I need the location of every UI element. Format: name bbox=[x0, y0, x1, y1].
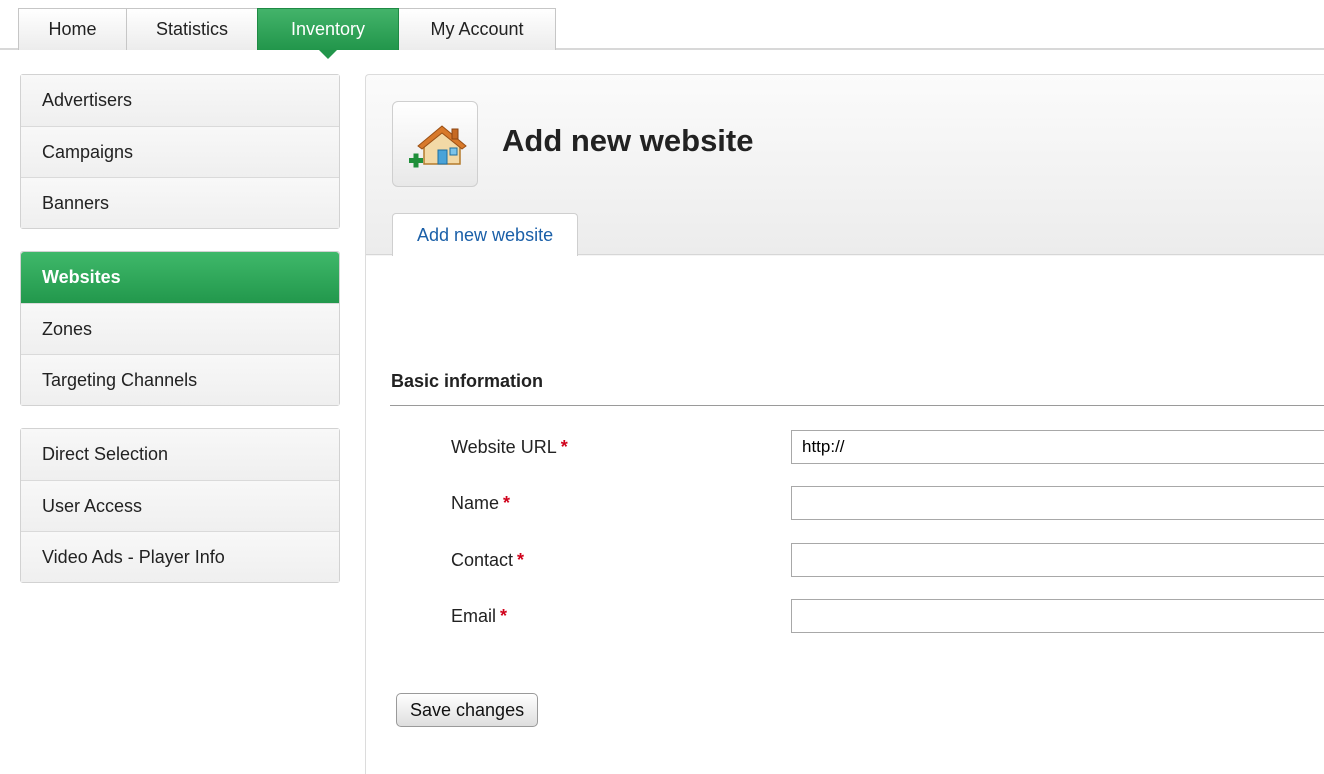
top-navigation: Home Statistics Inventory My Account bbox=[0, 0, 1324, 59]
required-mark: * bbox=[503, 493, 511, 513]
website-url-input[interactable] bbox=[791, 430, 1324, 464]
add-website-house-icon bbox=[409, 125, 467, 168]
sidebar-group-tools: Direct Selection User Access Video Ads -… bbox=[20, 428, 340, 583]
sidebar-item-banners[interactable]: Banners bbox=[21, 177, 339, 228]
label-website-url: Website URL * bbox=[451, 437, 568, 457]
tab-add-new-website[interactable]: Add new website bbox=[392, 213, 579, 256]
sidebar-item-direct-selection[interactable]: Direct Selection bbox=[21, 429, 339, 480]
sidebar-item-targeting-channels[interactable]: Targeting Channels bbox=[21, 354, 339, 405]
form-row-email: Email * bbox=[366, 599, 1324, 639]
sidebar-item-zones[interactable]: Zones bbox=[21, 303, 339, 354]
page-icon-frame bbox=[392, 101, 478, 187]
section-divider bbox=[390, 405, 1324, 406]
tab-my-account[interactable]: My Account bbox=[398, 8, 556, 50]
form-row-name: Name * bbox=[366, 486, 1324, 526]
form-row-contact: Contact * bbox=[366, 543, 1324, 583]
name-input[interactable] bbox=[791, 486, 1324, 520]
sidebar-item-campaigns[interactable]: Campaigns bbox=[21, 126, 339, 177]
label-contact: Contact * bbox=[451, 550, 525, 570]
main-panel: Add new website Add new website Basic in… bbox=[365, 74, 1324, 774]
section-title-basic-information: Basic information bbox=[391, 371, 544, 391]
tab-statistics[interactable]: Statistics bbox=[126, 8, 258, 50]
contact-input[interactable] bbox=[791, 543, 1324, 577]
page-title: Add new website bbox=[502, 123, 754, 158]
sidebar-item-websites[interactable]: Websites bbox=[21, 252, 339, 303]
sidebar-item-advertisers[interactable]: Advertisers bbox=[21, 75, 339, 126]
label-email: Email * bbox=[451, 606, 508, 626]
sidebar-group-campaigns: Advertisers Campaigns Banners bbox=[20, 74, 340, 229]
required-mark: * bbox=[517, 550, 525, 570]
tab-home[interactable]: Home bbox=[18, 8, 127, 50]
label-name: Name * bbox=[451, 493, 511, 513]
email-input[interactable] bbox=[791, 599, 1324, 633]
save-changes-button[interactable]: Save changes bbox=[396, 693, 539, 727]
form-row-website-url: Website URL * bbox=[366, 430, 1324, 470]
required-mark: * bbox=[500, 606, 508, 626]
sidebar-item-video-ads-player-info[interactable]: Video Ads - Player Info bbox=[21, 531, 339, 582]
sidebar-group-websites: Websites Zones Targeting Channels bbox=[20, 251, 340, 406]
required-mark: * bbox=[560, 437, 568, 457]
tab-inventory[interactable]: Inventory bbox=[257, 8, 399, 59]
sidebar-item-user-access[interactable]: User Access bbox=[21, 480, 339, 531]
top-tab-bar: Home Statistics Inventory My Account bbox=[18, 8, 556, 59]
